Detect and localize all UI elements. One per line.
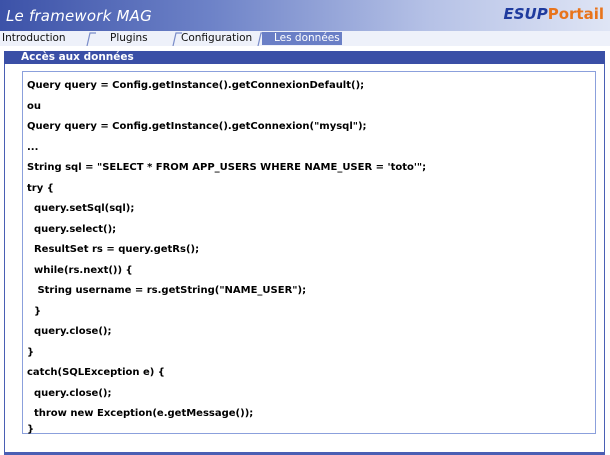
tab-bar: Introduction Plugins Configuration Les d… (0, 31, 610, 46)
tab-les-donnees[interactable]: Les données (262, 32, 342, 45)
code-line: try { (27, 183, 54, 194)
code-line: Query query = Config.getInstance().getCo… (27, 80, 365, 91)
tab-configuration[interactable]: Configuration (179, 32, 252, 46)
code-line: String sql = "SELECT * FROM APP_USERS WH… (27, 162, 427, 173)
code-block: Query query = Config.getInstance().getCo… (22, 71, 596, 435)
code-line: ... (27, 142, 39, 153)
logo-part-esup: ESUP (503, 5, 548, 23)
code-line: throw new Exception(e.getMessage()); (27, 408, 254, 419)
esup-portail-logo: ESUPPortail (503, 5, 604, 25)
code-line: ResultSet rs = query.getRs(); (27, 244, 200, 255)
code-line: String username = rs.getString("NAME_USE… (27, 285, 307, 296)
app-title: Le framework MAG (6, 7, 152, 25)
logo-part-portail: Portail (547, 5, 604, 23)
code-line: } (27, 424, 35, 435)
title-bar: Le framework MAG ESUPPortail (0, 0, 610, 31)
code-line: query.close(); (27, 388, 112, 399)
code-line: Query query = Config.getInstance().getCo… (27, 121, 367, 132)
tab-introduction[interactable]: Introduction (0, 32, 66, 46)
tab-plugins[interactable]: Plugins (108, 32, 148, 46)
code-line: while(rs.next()) { (27, 265, 133, 276)
code-line: query.select(); (27, 224, 117, 235)
tab-separator-icon (86, 32, 96, 46)
code-line: ou (27, 101, 41, 112)
section-title: Accès aux données (4, 51, 605, 64)
code-line: catch(SQLException e) { (27, 367, 165, 378)
code-line: } (27, 347, 35, 358)
code-line: } (27, 306, 42, 317)
code-line: query.close(); (27, 326, 112, 337)
code-line: query.setSql(sql); (27, 203, 135, 214)
